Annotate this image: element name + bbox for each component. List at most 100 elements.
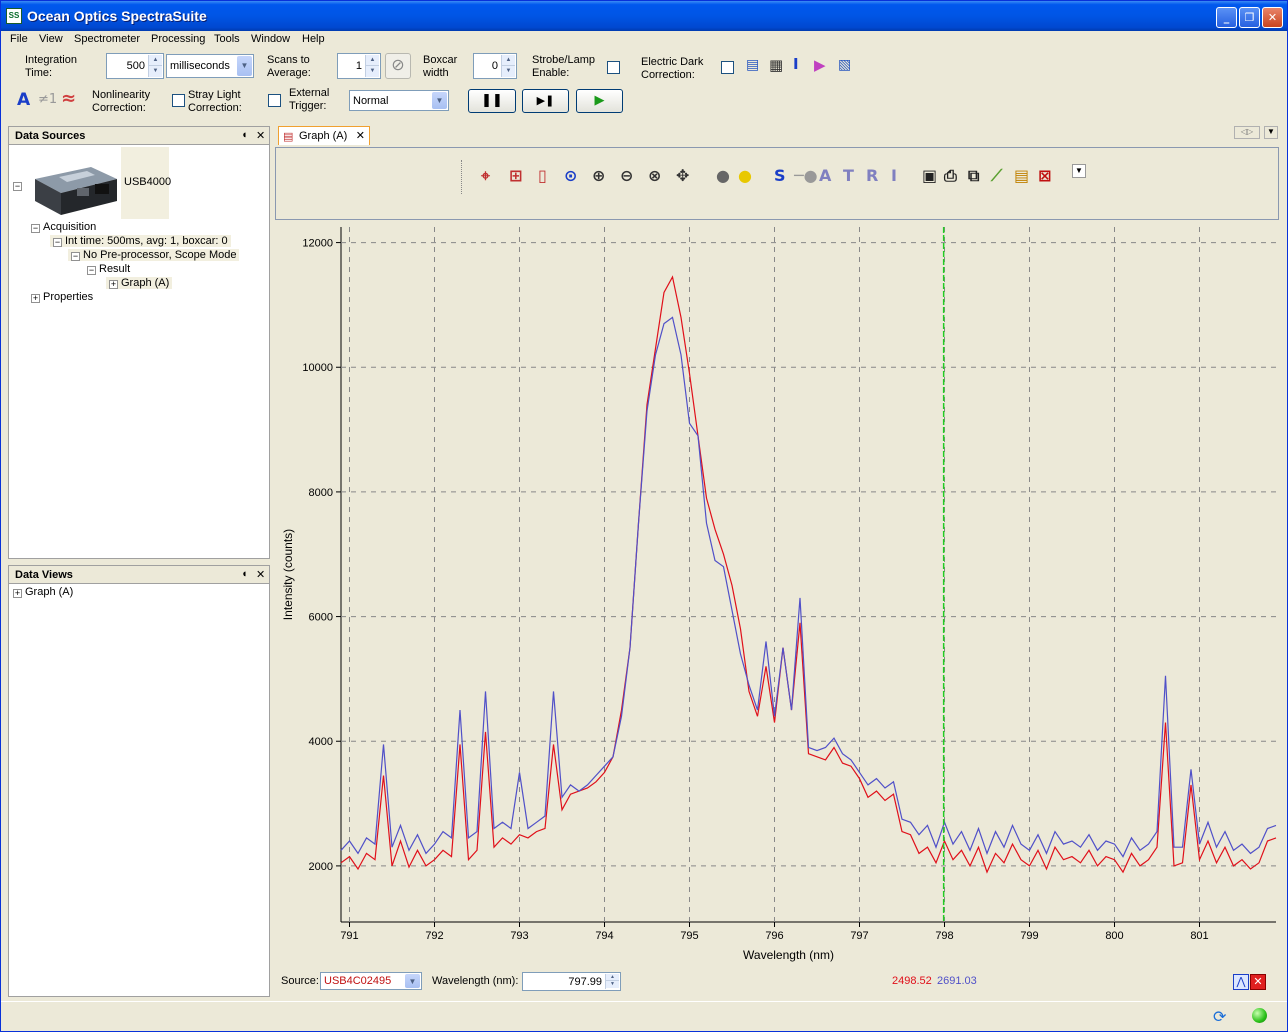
clear-icon[interactable]: ✕: [1250, 974, 1266, 990]
y-tick-label: 8000: [309, 487, 333, 499]
x-tick-label: 795: [680, 930, 698, 942]
menu-spectrometer[interactable]: Spectrometer: [74, 33, 140, 45]
refresh-icon[interactable]: ⟳: [1213, 1007, 1226, 1027]
chevron-down-icon[interactable]: ▼: [405, 974, 420, 988]
device-expand-icon[interactable]: −: [13, 179, 25, 191]
close-icon[interactable]: ✕: [356, 129, 365, 142]
overlay-icon[interactable]: ⟋: [991, 166, 1002, 186]
tree-node-result[interactable]: − Result: [87, 263, 130, 275]
zoom-reset-icon[interactable]: ⊗: [648, 166, 661, 185]
save-icon[interactable]: ▣: [922, 166, 937, 185]
series-blue-line: [340, 316, 1277, 858]
single-step-button[interactable]: ▶❚: [522, 89, 569, 113]
integration-time-stepper[interactable]: 500 ▲ ▼: [106, 53, 164, 79]
maximize-button[interactable]: ❐: [1239, 7, 1260, 28]
minimize-button[interactable]: _: [1216, 7, 1237, 28]
table-icon[interactable]: ▦: [769, 56, 783, 74]
image-icon[interactable]: ▧: [838, 57, 851, 73]
text-cursor-icon[interactable]: I: [793, 55, 799, 73]
bulb-off-icon[interactable]: ●: [716, 166, 730, 185]
wave-icon[interactable]: ≈: [61, 88, 76, 109]
y-axis-label: Intensity (counts): [281, 529, 295, 620]
strobe-lamp-checkbox[interactable]: [607, 61, 620, 74]
copy-icon[interactable]: ⧉: [968, 166, 979, 186]
nonlinearity-checkbox[interactable]: [172, 94, 185, 107]
scans-to-average-stepper[interactable]: 1 ▲ ▼: [337, 53, 381, 79]
prohibit-icon[interactable]: ⊘: [385, 53, 411, 79]
data-sources-panel: Data Sources ◖ ✕ − USB4000 − Acquisition …: [8, 126, 270, 559]
wavelength-label: Wavelength (nm):: [432, 975, 519, 987]
zoom-fit-icon[interactable]: ⊙: [564, 166, 577, 185]
reflection-r-icon[interactable]: R: [866, 166, 878, 185]
bulb-on-icon[interactable]: ●: [738, 166, 752, 185]
color-icon[interactable]: ▶: [814, 56, 826, 74]
wavelength-stepper[interactable]: 797.99 ▲ ▼: [522, 972, 621, 991]
spectrometer-device-icon: [29, 149, 119, 221]
delete-overlay-icon[interactable]: ⊠: [1038, 166, 1051, 185]
zoom-in-icon[interactable]: ⊕: [592, 166, 605, 185]
tree-node-graph-a[interactable]: + Graph (A): [106, 277, 173, 289]
boxcar-width-stepper[interactable]: 0 ▲ ▼: [473, 53, 517, 79]
menu-tools[interactable]: Tools: [214, 33, 240, 45]
zoom-vertical-icon[interactable]: ▯: [538, 166, 547, 185]
pan-icon[interactable]: ✥: [676, 166, 689, 185]
stepper-arrows-icon[interactable]: ▲ ▼: [501, 55, 515, 77]
export-icon[interactable]: ▤: [1014, 166, 1029, 185]
peak-icon[interactable]: ⋀: [1233, 974, 1249, 990]
irradiance-i-icon[interactable]: I: [891, 166, 897, 185]
play-button[interactable]: ▶: [576, 89, 623, 113]
print-icon[interactable]: ⎙: [944, 166, 957, 186]
stepper-arrows-icon[interactable]: ▲ ▼: [605, 974, 619, 989]
menu-processing[interactable]: Processing: [151, 33, 205, 45]
tree-node-acquisition[interactable]: − Acquisition: [31, 221, 96, 233]
tree-node-properties[interactable]: + Properties: [31, 291, 93, 303]
zoom-out-icon[interactable]: ⊖: [620, 166, 633, 185]
a-icon[interactable]: A: [17, 90, 30, 110]
tree-node-int-time[interactable]: − Int time: 500ms, avg: 1, boxcar: 0: [50, 235, 231, 247]
data-view-graph-a[interactable]: + Graph (A): [13, 586, 73, 598]
menu-window[interactable]: Window: [251, 33, 290, 45]
menu-help[interactable]: Help: [302, 33, 325, 45]
tab-scroll-icon[interactable]: ◁▷: [1234, 126, 1260, 139]
electric-dark-checkbox[interactable]: [721, 61, 734, 74]
title-bar[interactable]: SS Ocean Optics SpectraSuite _ ❐ ✕: [1, 1, 1287, 31]
close-icon[interactable]: ✕: [256, 129, 265, 142]
source-label: Source:: [281, 975, 319, 987]
not-equal-one-icon[interactable]: ≠1: [38, 92, 57, 107]
close-icon[interactable]: ✕: [256, 568, 265, 581]
absorbance-a-icon[interactable]: A: [819, 166, 831, 185]
y-tick-label: 6000: [309, 612, 333, 624]
boxcar-width-label: Boxcar width: [423, 54, 458, 79]
device-node[interactable]: USB4000: [121, 147, 171, 219]
transmission-t-icon[interactable]: T: [843, 166, 854, 185]
window-title: Ocean Optics SpectraSuite: [27, 8, 207, 24]
crosshair-icon[interactable]: ⌖: [481, 166, 490, 186]
menu-view[interactable]: View: [39, 33, 63, 45]
chevron-down-icon[interactable]: ▼: [1072, 164, 1086, 178]
pause-button[interactable]: ❚❚: [468, 89, 516, 113]
spectrum-chart[interactable]: 791 792 793 794 795 796 797 798 799 800 801 2000 400…: [276, 222, 1281, 967]
chevron-down-icon[interactable]: ▼: [432, 92, 447, 109]
close-button[interactable]: ✕: [1262, 7, 1283, 28]
graph-icon[interactable]: ▤: [746, 57, 759, 73]
scans-to-average-label: Scans to Average:: [267, 54, 311, 79]
trigger-mode-select[interactable]: Normal ▼: [349, 90, 449, 111]
chevron-down-icon[interactable]: ▼: [1264, 126, 1278, 139]
stray-light-checkbox[interactable]: [268, 94, 281, 107]
tree-node-preprocessor[interactable]: − No Pre-processor, Scope Mode: [68, 249, 240, 261]
stepper-arrows-icon[interactable]: ▲ ▼: [148, 55, 162, 77]
nonlinearity-label: Nonlinearity Correction:: [92, 89, 151, 114]
x-tick-label: 793: [510, 930, 528, 942]
source-select[interactable]: USB4C02495 ▼: [320, 972, 422, 990]
menu-file[interactable]: File: [10, 33, 28, 45]
integration-units-select[interactable]: milliseconds ▼: [166, 54, 254, 78]
pin-icon[interactable]: ◖: [241, 568, 248, 580]
scope-s-icon[interactable]: S: [774, 166, 786, 185]
toolbar-grip: [461, 160, 462, 194]
pin-icon[interactable]: ◖: [241, 129, 248, 141]
tab-graph-a[interactable]: ▤ Graph (A) ✕: [278, 126, 370, 145]
bulb-gray-icon[interactable]: ─●: [794, 166, 818, 185]
chevron-down-icon[interactable]: ▼: [237, 56, 252, 76]
stepper-arrows-icon[interactable]: ▲ ▼: [365, 55, 379, 77]
zoom-box-icon[interactable]: ⊞: [509, 166, 522, 185]
